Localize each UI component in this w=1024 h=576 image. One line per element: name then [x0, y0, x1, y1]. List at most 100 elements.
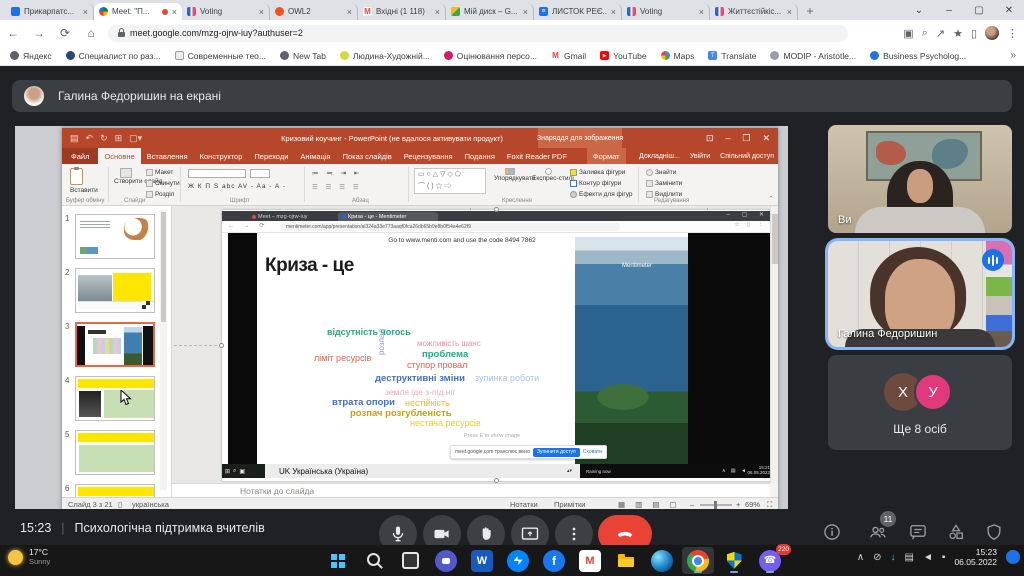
taskbar-icon-edge[interactable] [646, 547, 678, 574]
browser-tab[interactable]: Мій диск – G...× [446, 3, 534, 20]
shape-outline-button[interactable]: Контур фігури [570, 180, 621, 187]
ribbon-tab-3[interactable]: Вставлення [141, 148, 194, 164]
bookmark-item[interactable]: Оцінювання персо... [444, 51, 537, 61]
ppt-restore-icon[interactable]: ❐ [742, 133, 750, 144]
ribbon-tab-4[interactable]: Конструктор [194, 148, 249, 164]
bookmark-item[interactable]: Специалист по раз... [66, 51, 161, 61]
browser-tab[interactable]: Життєстійкіс...× [710, 3, 798, 20]
home-icon[interactable]: ⌂ [78, 26, 104, 40]
tab-close-icon[interactable]: × [435, 7, 440, 17]
chat-panel-button[interactable] [906, 520, 930, 544]
current-slide[interactable]: Meet – mzg-ojrw-iuy Криза - це - Mentime… [222, 210, 772, 481]
undo-icon[interactable]: ↶ [86, 133, 94, 144]
tab-close-icon[interactable]: × [259, 7, 264, 17]
collapse-ribbon-icon[interactable]: ⌃ [768, 195, 774, 203]
reload-icon[interactable]: ⟳ [52, 26, 78, 40]
maximize-icon[interactable]: ▢ [964, 5, 994, 16]
tab-close-icon[interactable]: × [611, 7, 616, 17]
arrange-button[interactable]: Упорядкувати [494, 168, 528, 182]
shape-effects-button[interactable]: Ефекти для фігур [570, 191, 633, 198]
taskbar-icon-messenger[interactable] [502, 547, 534, 574]
tray-download-icon[interactable]: ↓ [891, 552, 896, 563]
reset-button[interactable]: Скинути [146, 180, 180, 187]
bookmark-item[interactable]: Яндекс [10, 51, 52, 61]
font-size-box[interactable] [250, 169, 270, 178]
taskbar-icon-start[interactable] [322, 547, 354, 574]
tab-close-icon[interactable]: × [172, 7, 177, 17]
align-buttons[interactable]: ☰ ☰ ☰ ☰ [312, 183, 362, 191]
spellcheck-icon[interactable]: ▯ [118, 500, 122, 509]
ribbon-tab-7[interactable]: Показ слайдів [337, 148, 398, 164]
tell-me-label[interactable]: Докладніш... [639, 153, 680, 160]
find-button[interactable]: Знайти [646, 169, 676, 176]
thumbnail-scrollbar[interactable] [160, 210, 167, 490]
forward-icon[interactable]: → [26, 26, 52, 40]
taskbar-icon-viber[interactable]: 220 [754, 547, 786, 574]
stop-sharing-button[interactable]: Зупинити доступ [533, 448, 580, 457]
tab-search-icon[interactable]: ⌄ [904, 5, 934, 16]
font-name-box[interactable] [188, 169, 246, 178]
redo-icon[interactable]: ↻ [100, 133, 108, 144]
taskbar-icon-chrome[interactable] [682, 547, 714, 574]
slide-scrollbar[interactable] [770, 206, 778, 483]
zoom-extension-icon[interactable]: ⌕ [922, 27, 928, 40]
tab-close-icon[interactable]: × [523, 7, 528, 17]
save-icon[interactable]: ▤ [70, 133, 79, 144]
bookmark-item[interactable]: Business Psycholog... [870, 51, 966, 61]
bookmark-item[interactable]: Gmail [551, 51, 586, 61]
close-icon[interactable]: ✕ [994, 5, 1024, 16]
taskbar-icon-teams[interactable] [430, 547, 462, 574]
slide-thumbnail-2[interactable] [75, 268, 155, 313]
tray-mic-icon[interactable]: ⊘ [873, 552, 881, 563]
selection-handle-left[interactable] [219, 343, 224, 348]
notification-center-icon[interactable] [1006, 550, 1020, 564]
bookmark-item[interactable]: Translate [708, 51, 756, 61]
tray-volume-icon[interactable]: ◄ [923, 552, 933, 563]
tab-close-icon[interactable]: × [787, 7, 792, 17]
tab-close-icon[interactable]: × [347, 7, 352, 17]
bookmark-item[interactable]: Современные тео... [175, 51, 266, 61]
bookmark-item[interactable]: New Tab [280, 51, 326, 61]
ribbon-tab-2[interactable]: Основне [98, 148, 140, 164]
slide-thumbnail-4[interactable] [75, 376, 155, 421]
language-status[interactable]: українська [132, 500, 169, 509]
taskbar-icon-gmail[interactable] [574, 547, 606, 574]
zoom-out-icon[interactable]: – [690, 500, 694, 509]
participant-tile-you[interactable]: Ви [828, 125, 1012, 233]
notes-toggle[interactable]: Нотатки [510, 500, 538, 509]
taskbar-clock[interactable]: 15:2306.05.2022 [954, 547, 997, 567]
bookmark-item[interactable]: Людина-Художній... [340, 51, 430, 61]
paste-button[interactable]: Вставити [70, 168, 98, 194]
browser-tab[interactable]: ЛИСТОК РЕЄ...× [534, 3, 622, 20]
share-label[interactable]: Спільний доступ [720, 153, 774, 160]
browser-menu-icon[interactable]: ⋮ [1007, 27, 1018, 40]
tray-camera-icon[interactable]: ▪ [942, 552, 946, 563]
sign-in-label[interactable]: Увійти [690, 153, 710, 160]
participant-tile-speaker[interactable]: Галина Федоришин [828, 241, 1012, 347]
section-button[interactable]: Розділ [146, 191, 174, 198]
slide-thumbnail-1[interactable] [75, 214, 155, 259]
browser-tab[interactable]: Voting× [622, 3, 710, 20]
browser-tab[interactable]: Meet: "П...× [94, 3, 182, 20]
slide-thumbnail-5[interactable] [75, 430, 155, 475]
share-icon[interactable]: ↗ [936, 27, 945, 40]
ribbon-tab-9[interactable]: Подання [459, 148, 501, 164]
browser-tab[interactable]: Прикарпатс...× [6, 3, 94, 20]
shapes-gallery[interactable]: ▭ ○ △ ▽ ◇ ⬠ ⌒ ( ) ☆ ⇨ [414, 168, 486, 194]
bookmark-item[interactable]: Maps [661, 51, 695, 61]
new-slide-button[interactable]: Створити слайд [114, 168, 140, 185]
bookmark-item[interactable]: MODIP - Aristotle... [770, 51, 856, 61]
zoom-slider[interactable] [700, 504, 732, 506]
hide-notice-link[interactable]: Сховати [583, 449, 602, 455]
view-buttons[interactable]: ▦ ▥ ▤ ▢ [618, 500, 681, 509]
taskbar-icon-defender[interactable] [718, 547, 750, 574]
taskbar-icon-file-explorer[interactable] [610, 547, 642, 574]
taskbar-icon-facebook[interactable] [538, 547, 570, 574]
tray-expand-icon[interactable]: ∧ [857, 552, 864, 563]
shape-fill-button[interactable]: Заливка фігури [570, 169, 625, 176]
camera-extension-icon[interactable]: ▣ [903, 27, 913, 40]
back-icon[interactable]: ← [0, 26, 26, 40]
ribbon-tab-6[interactable]: Анімація [294, 148, 336, 164]
side-panel-icon[interactable]: ▯ [971, 27, 977, 40]
bookmark-item[interactable]: YouTube [600, 51, 646, 61]
